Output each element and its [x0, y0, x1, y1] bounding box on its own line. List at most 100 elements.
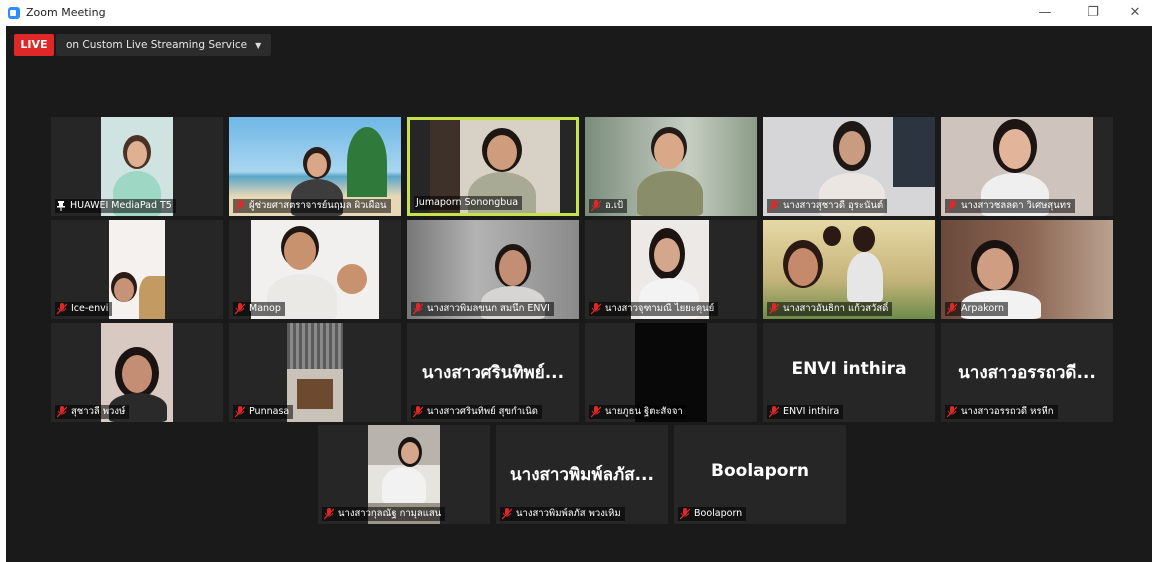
participant-name-tag: นางสาวอรรถวดี หรหีก [945, 405, 1058, 419]
participant-tile[interactable]: ผู้ช่วยศาสตราจารย์นฤมล ผิวเผือน [229, 117, 401, 216]
participant-name-tag: สุชาวลี พวงษ์ [55, 405, 130, 419]
participant-display-name: Boolaporn [711, 461, 809, 481]
participant-tile[interactable]: นางสาวสุชาวดี อุระนันต์ [763, 117, 935, 216]
participant-name: ENVI inthira [783, 406, 840, 417]
participant-tile[interactable]: นายภูธน ฐิตะสัจจา [585, 323, 757, 422]
participant-name-tag: นางสาวพิมพ์ลภัส พวงเหิม [500, 507, 625, 521]
participant-name: นางสาวพิมลขนก สมนึก ENVI [427, 303, 550, 314]
window-title: Zoom Meeting [26, 6, 106, 19]
participant-tile[interactable]: นางสาวจุฑามณี ไยยะคุนย์ [585, 220, 757, 319]
live-badge[interactable]: LIVE [14, 34, 54, 56]
participant-name: นางสาวพิมพ์ลภัส พวงเหิม [516, 508, 621, 519]
participant-name: นางสาวอันธิกา แก้วสวัสดิ์ [783, 303, 889, 314]
participant-name-tag: นางสาวกุลณัฐ กามุลแสน [322, 507, 446, 521]
muted-mic-icon [235, 200, 245, 212]
participant-name: ผู้ช่วยศาสตราจารย์นฤมล ผิวเผือน [249, 200, 387, 211]
muted-mic-icon [235, 406, 245, 418]
muted-mic-icon [591, 303, 601, 315]
caret-down-icon: ▼ [255, 41, 262, 50]
muted-mic-icon [680, 508, 690, 520]
participant-display-name: นางสาวอรรถวดี... [958, 363, 1096, 383]
participant-name: Punnasa [249, 406, 290, 417]
zoom-app-icon [8, 7, 20, 19]
participant-name: นางสาวจุฑามณี ไยยะคุนย์ [605, 303, 715, 314]
participant-name-tag: Jumaporn Sonongbua [414, 196, 523, 210]
participant-tile[interactable]: นางสาวพิมพ์ลภัส... นางสาวพิมพ์ลภัส พวงเห… [496, 425, 668, 524]
participant-tile[interactable]: อ.เป้ [585, 117, 757, 216]
muted-mic-icon [413, 406, 423, 418]
participant-tile[interactable]: นางสาวอรรถวดี... นางสาวอรรถวดี หรหีก [941, 323, 1113, 422]
participant-name-tag: นางสาวศรินทิพย์ สุขกำเนิด [411, 405, 542, 419]
close-button[interactable]: ✕ [1120, 3, 1150, 23]
live-stream-label: on Custom Live Streaming Service [66, 39, 248, 51]
participant-name-tag: Manop [233, 302, 285, 316]
participant-video [109, 220, 165, 319]
meeting-gallery: LIVE on Custom Live Streaming Service ▼ H… [6, 26, 1152, 562]
participant-name: Boolaporn [694, 508, 743, 519]
participant-name-tag: HUAWEI MediaPad T5 [55, 199, 176, 213]
participant-name-tag: Ice-envi [55, 302, 113, 316]
muted-mic-icon [57, 406, 67, 418]
participant-name-tag: นายภูธน ฐิตะสัจจา [589, 405, 687, 419]
participant-tile[interactable]: นางสาวอันธิกา แก้วสวัสดิ์ [763, 220, 935, 319]
participant-tile[interactable]: Punnasa [229, 323, 401, 422]
participant-tile[interactable]: Manop [229, 220, 401, 319]
participant-tile-active-speaker[interactable]: Jumaporn Sonongbua [407, 117, 579, 216]
participant-name: นางสาวศรินทิพย์ สุขกำเนิด [427, 406, 538, 417]
participant-name: นางสาวชลลดา วิเศษสุนทร [961, 200, 1072, 211]
muted-mic-icon [591, 406, 601, 418]
participant-name: นายภูธน ฐิตะสัจจา [605, 406, 683, 417]
window-titlebar: Zoom Meeting — ❐ ✕ [0, 0, 1152, 26]
participant-tile[interactable]: นางสาวกุลณัฐ กามุลแสน [318, 425, 490, 524]
participant-name: HUAWEI MediaPad T5 [70, 200, 172, 211]
muted-mic-icon [769, 200, 779, 212]
participant-display-name: ENVI inthira [791, 359, 907, 379]
participant-tile[interactable]: นางสาวศรินทิพย์... นางสาวศรินทิพย์ สุขกำ… [407, 323, 579, 422]
participant-name-tag: นางสาวสุชาวดี อุระนันต์ [767, 199, 888, 213]
participant-name-tag: อ.เป้ [589, 199, 628, 213]
participant-display-name: นางสาวพิมพ์ลภัส... [510, 465, 654, 485]
participant-name-tag: นางสาวอันธิกา แก้วสวัสดิ์ [767, 302, 893, 316]
pin-icon [57, 201, 65, 211]
participant-tile[interactable]: นางสาวชลลดา วิเศษสุนทร [941, 117, 1113, 216]
participant-name: Jumaporn Sonongbua [416, 197, 519, 208]
participant-tile[interactable]: ENVI inthira ENVI inthira [763, 323, 935, 422]
participant-video [287, 323, 343, 422]
minimize-button[interactable]: — [1030, 3, 1060, 23]
participant-name-tag: ENVI inthira [767, 405, 844, 419]
participant-tile[interactable]: Arpakorn [941, 220, 1113, 319]
participant-name: อ.เป้ [605, 200, 624, 211]
participant-display-name: นางสาวศรินทิพย์... [421, 363, 565, 383]
participant-name: นางสาวสุชาวดี อุระนันต์ [783, 200, 884, 211]
participant-name: Ice-envi [71, 303, 109, 314]
muted-mic-icon [324, 508, 334, 520]
muted-mic-icon [769, 303, 779, 315]
muted-mic-icon [502, 508, 512, 520]
muted-mic-icon [235, 303, 245, 315]
participant-name-tag: Boolaporn [678, 507, 747, 521]
participant-name: Manop [249, 303, 281, 314]
participant-name: นางสาวกุลณัฐ กามุลแสน [338, 508, 442, 519]
participant-name-tag: ผู้ช่วยศาสตราจารย์นฤมล ผิวเผือน [233, 199, 391, 213]
live-stream-dropdown[interactable]: on Custom Live Streaming Service ▼ [56, 34, 272, 56]
participant-name: สุชาวลี พวงษ์ [71, 406, 126, 417]
participant-name-tag: นางสาวชลลดา วิเศษสุนทร [945, 199, 1076, 213]
participant-tile[interactable]: สุชาวลี พวงษ์ [51, 323, 223, 422]
participant-tile[interactable]: Ice-envi [51, 220, 223, 319]
participant-name: นางสาวอรรถวดี หรหีก [961, 406, 1054, 417]
muted-mic-icon [769, 406, 779, 418]
muted-mic-icon [57, 303, 67, 315]
muted-mic-icon [947, 303, 957, 315]
muted-mic-icon [947, 406, 957, 418]
participant-name-tag: นางสาวพิมลขนก สมนึก ENVI [411, 302, 554, 316]
participant-tile[interactable]: HUAWEI MediaPad T5 [51, 117, 223, 216]
participant-tile[interactable]: Boolaporn Boolaporn [674, 425, 846, 524]
maximize-button[interactable]: ❐ [1078, 3, 1108, 23]
participant-name-tag: นางสาวจุฑามณี ไยยะคุนย์ [589, 302, 719, 316]
participant-name: Arpakorn [961, 303, 1004, 314]
participant-name-tag: Arpakorn [945, 302, 1008, 316]
participant-name-tag: Punnasa [233, 405, 294, 419]
muted-mic-icon [591, 200, 601, 212]
muted-mic-icon [413, 303, 423, 315]
participant-tile[interactable]: นางสาวพิมลขนก สมนึก ENVI [407, 220, 579, 319]
